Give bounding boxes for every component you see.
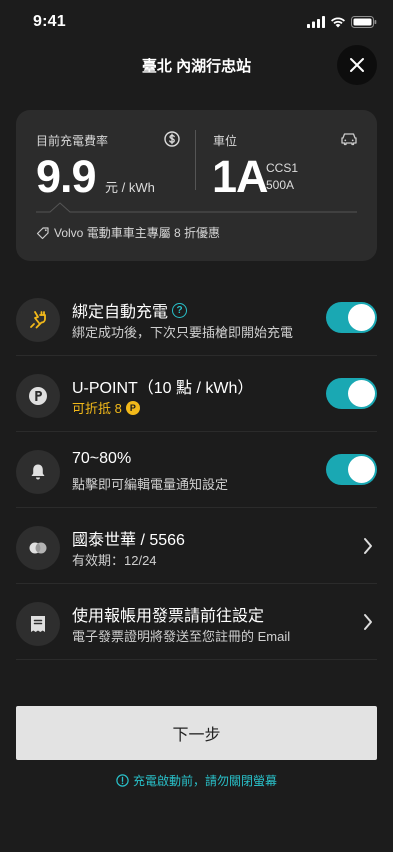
toggle-knob <box>348 456 375 483</box>
wifi-icon <box>331 17 345 28</box>
tag-icon <box>36 226 49 239</box>
chevron-right-icon <box>364 614 372 630</box>
screen-notice: 充電啟動前，請勿關閉螢幕 <box>0 772 393 789</box>
status-icons <box>307 16 377 28</box>
card-divider <box>195 130 196 190</box>
car-icon <box>341 133 357 146</box>
promo-label: Volvo 電動車車主專屬 8 折優惠 <box>54 226 221 240</box>
upoint-icon-wrap <box>16 374 60 418</box>
upoint-subtitle: 可折抵 8 <box>72 401 122 416</box>
bell-icon <box>31 464 45 480</box>
payment-card-icon-wrap <box>16 526 60 570</box>
payment-card-title: 國泰世華 / 5566 <box>72 532 185 549</box>
rate-value: 9.9 <box>36 151 97 202</box>
plug-lightning-icon <box>30 311 46 329</box>
notify-row[interactable]: 70~80% 點擊即可編輯電量通知設定 <box>16 432 377 508</box>
upoint-logo-icon <box>29 387 47 405</box>
close-button[interactable] <box>337 45 377 85</box>
toggle-knob <box>348 380 375 407</box>
auto-charge-row: 綁定自動充電 ? 綁定成功後，下次只要插槍即開始充電 <box>16 280 377 356</box>
battery-icon <box>351 16 377 28</box>
promo-text: Volvo 電動車車主專屬 8 折優惠 <box>36 224 220 241</box>
credit-card-icon <box>29 542 47 554</box>
receipt-icon <box>31 616 45 632</box>
notify-icon-wrap <box>16 450 60 494</box>
card-pointer-line <box>36 202 357 213</box>
auto-charge-title-wrap: 綁定自動充電 ? <box>72 298 188 322</box>
connector-current: 500A <box>266 178 295 192</box>
close-icon <box>350 58 364 72</box>
invoice-row[interactable]: 使用報帳用發票請前往設定 電子發票證明將發送至您註冊的 Email <box>16 584 377 660</box>
notify-subtitle: 點擊即可編輯電量通知設定 <box>72 477 229 492</box>
next-button[interactable]: 下一步 <box>16 706 377 760</box>
settings-list: 綁定自動充電 ? 綁定成功後，下次只要插槍即開始充電 U-POINT（10 點 … <box>16 280 377 660</box>
notify-toggle[interactable] <box>326 454 377 485</box>
upoint-toggle[interactable] <box>326 378 377 409</box>
invoice-icon-wrap <box>16 602 60 646</box>
connector-info: CCS1 500A <box>266 160 298 194</box>
payment-card-row[interactable]: 國泰世華 / 5566 有效期：12/24 <box>16 508 377 584</box>
upoint-row: U-POINT（10 點 / kWh） 可折抵 8 P <box>16 356 377 432</box>
invoice-title: 使用報帳用發票請前往設定 <box>72 608 265 625</box>
invoice-subtitle: 電子發票證明將發送至您註冊的 Email <box>72 629 291 644</box>
spot-value: 1A <box>212 151 269 202</box>
status-time: 9:41 <box>33 13 66 30</box>
notice-text: 充電啟動前，請勿關閉螢幕 <box>132 774 277 788</box>
payment-card-subtitle: 有效期：12/24 <box>72 553 157 568</box>
signal-icon <box>307 16 325 28</box>
info-icon <box>116 774 129 787</box>
dollar-icon[interactable] <box>164 131 180 147</box>
status-bar: 9:41 <box>0 0 393 44</box>
connector-type: CCS1 <box>266 161 299 175</box>
page-title: 臺北 內湖行忠站 <box>141 58 252 75</box>
auto-charge-subtitle: 綁定成功後，下次只要插槍即開始充電 <box>72 325 294 340</box>
upoint-title: U-POINT（10 點 / kWh） <box>72 380 254 397</box>
upoint-subtitle-wrap: 可折抵 8 P <box>72 398 140 417</box>
spot-label: 車位 <box>213 134 238 148</box>
toggle-knob <box>348 304 375 331</box>
auto-charge-toggle[interactable] <box>326 302 377 333</box>
help-icon[interactable]: ? <box>172 302 188 318</box>
point-badge: P <box>125 400 140 415</box>
rate-unit: 元 / kWh <box>105 180 155 195</box>
station-info-card: 目前充電費率 9.9 元 / kWh 車位 1A CCS1 500A Volvo… <box>16 110 377 261</box>
chevron-right-icon <box>364 538 372 554</box>
auto-charge-title: 綁定自動充電 <box>72 304 169 321</box>
notify-title: 70~80% <box>72 450 132 467</box>
auto-charge-icon-wrap <box>16 298 60 342</box>
rate-label: 目前充電費率 <box>36 134 109 148</box>
